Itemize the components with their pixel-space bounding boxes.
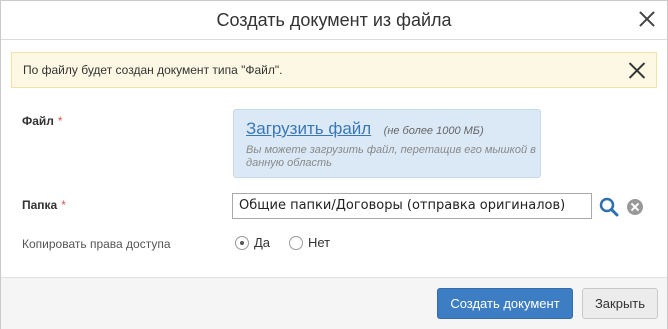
dialog-header: Создать документ из файла bbox=[1, 1, 667, 40]
upload-size-limit: (не более 1000 МБ) bbox=[383, 125, 484, 137]
file-drop-zone[interactable]: Загрузить файл (не более 1000 МБ) Вы мож… bbox=[233, 109, 541, 178]
notice-text: По файлу будет создан документ типа "Фай… bbox=[23, 63, 283, 77]
create-document-dialog: Создать документ из файла По файлу будет… bbox=[0, 0, 668, 329]
upload-file-link[interactable]: Загрузить файл bbox=[246, 119, 371, 138]
folder-label-text: Папка bbox=[22, 198, 58, 212]
radio-yes-label: Да bbox=[254, 235, 271, 250]
file-label-text: Файл bbox=[22, 114, 54, 128]
folder-field[interactable]: Общие папки/Договоры (отправка оригинало… bbox=[232, 193, 592, 219]
radio-no-button[interactable] bbox=[289, 235, 303, 250]
folder-label: Папка * bbox=[22, 198, 66, 212]
copy-access-label: Копировать права доступа bbox=[22, 237, 171, 251]
notice-close-icon[interactable] bbox=[628, 61, 646, 79]
file-label: Файл * bbox=[22, 114, 63, 128]
radio-no-label: Нет bbox=[308, 235, 331, 250]
dialog-close-icon[interactable] bbox=[637, 9, 657, 29]
clear-icon[interactable] bbox=[627, 199, 643, 215]
close-button[interactable]: Закрыть bbox=[582, 288, 658, 319]
dialog-title: Создать документ из файла bbox=[216, 9, 452, 30]
folder-required-mark: * bbox=[61, 198, 66, 212]
file-required-mark: * bbox=[57, 114, 63, 128]
create-document-button[interactable]: Создать документ bbox=[437, 288, 573, 319]
search-icon[interactable] bbox=[599, 197, 619, 217]
info-notice: По файлу будет создан документ типа "Фай… bbox=[11, 52, 657, 88]
upload-hint: Вы можете загрузить файл, перетащив его … bbox=[246, 144, 536, 169]
radio-yes-button[interactable] bbox=[235, 235, 249, 250]
radio-option-no[interactable]: Нет bbox=[289, 235, 330, 250]
radio-option-yes[interactable]: Да bbox=[235, 235, 270, 250]
